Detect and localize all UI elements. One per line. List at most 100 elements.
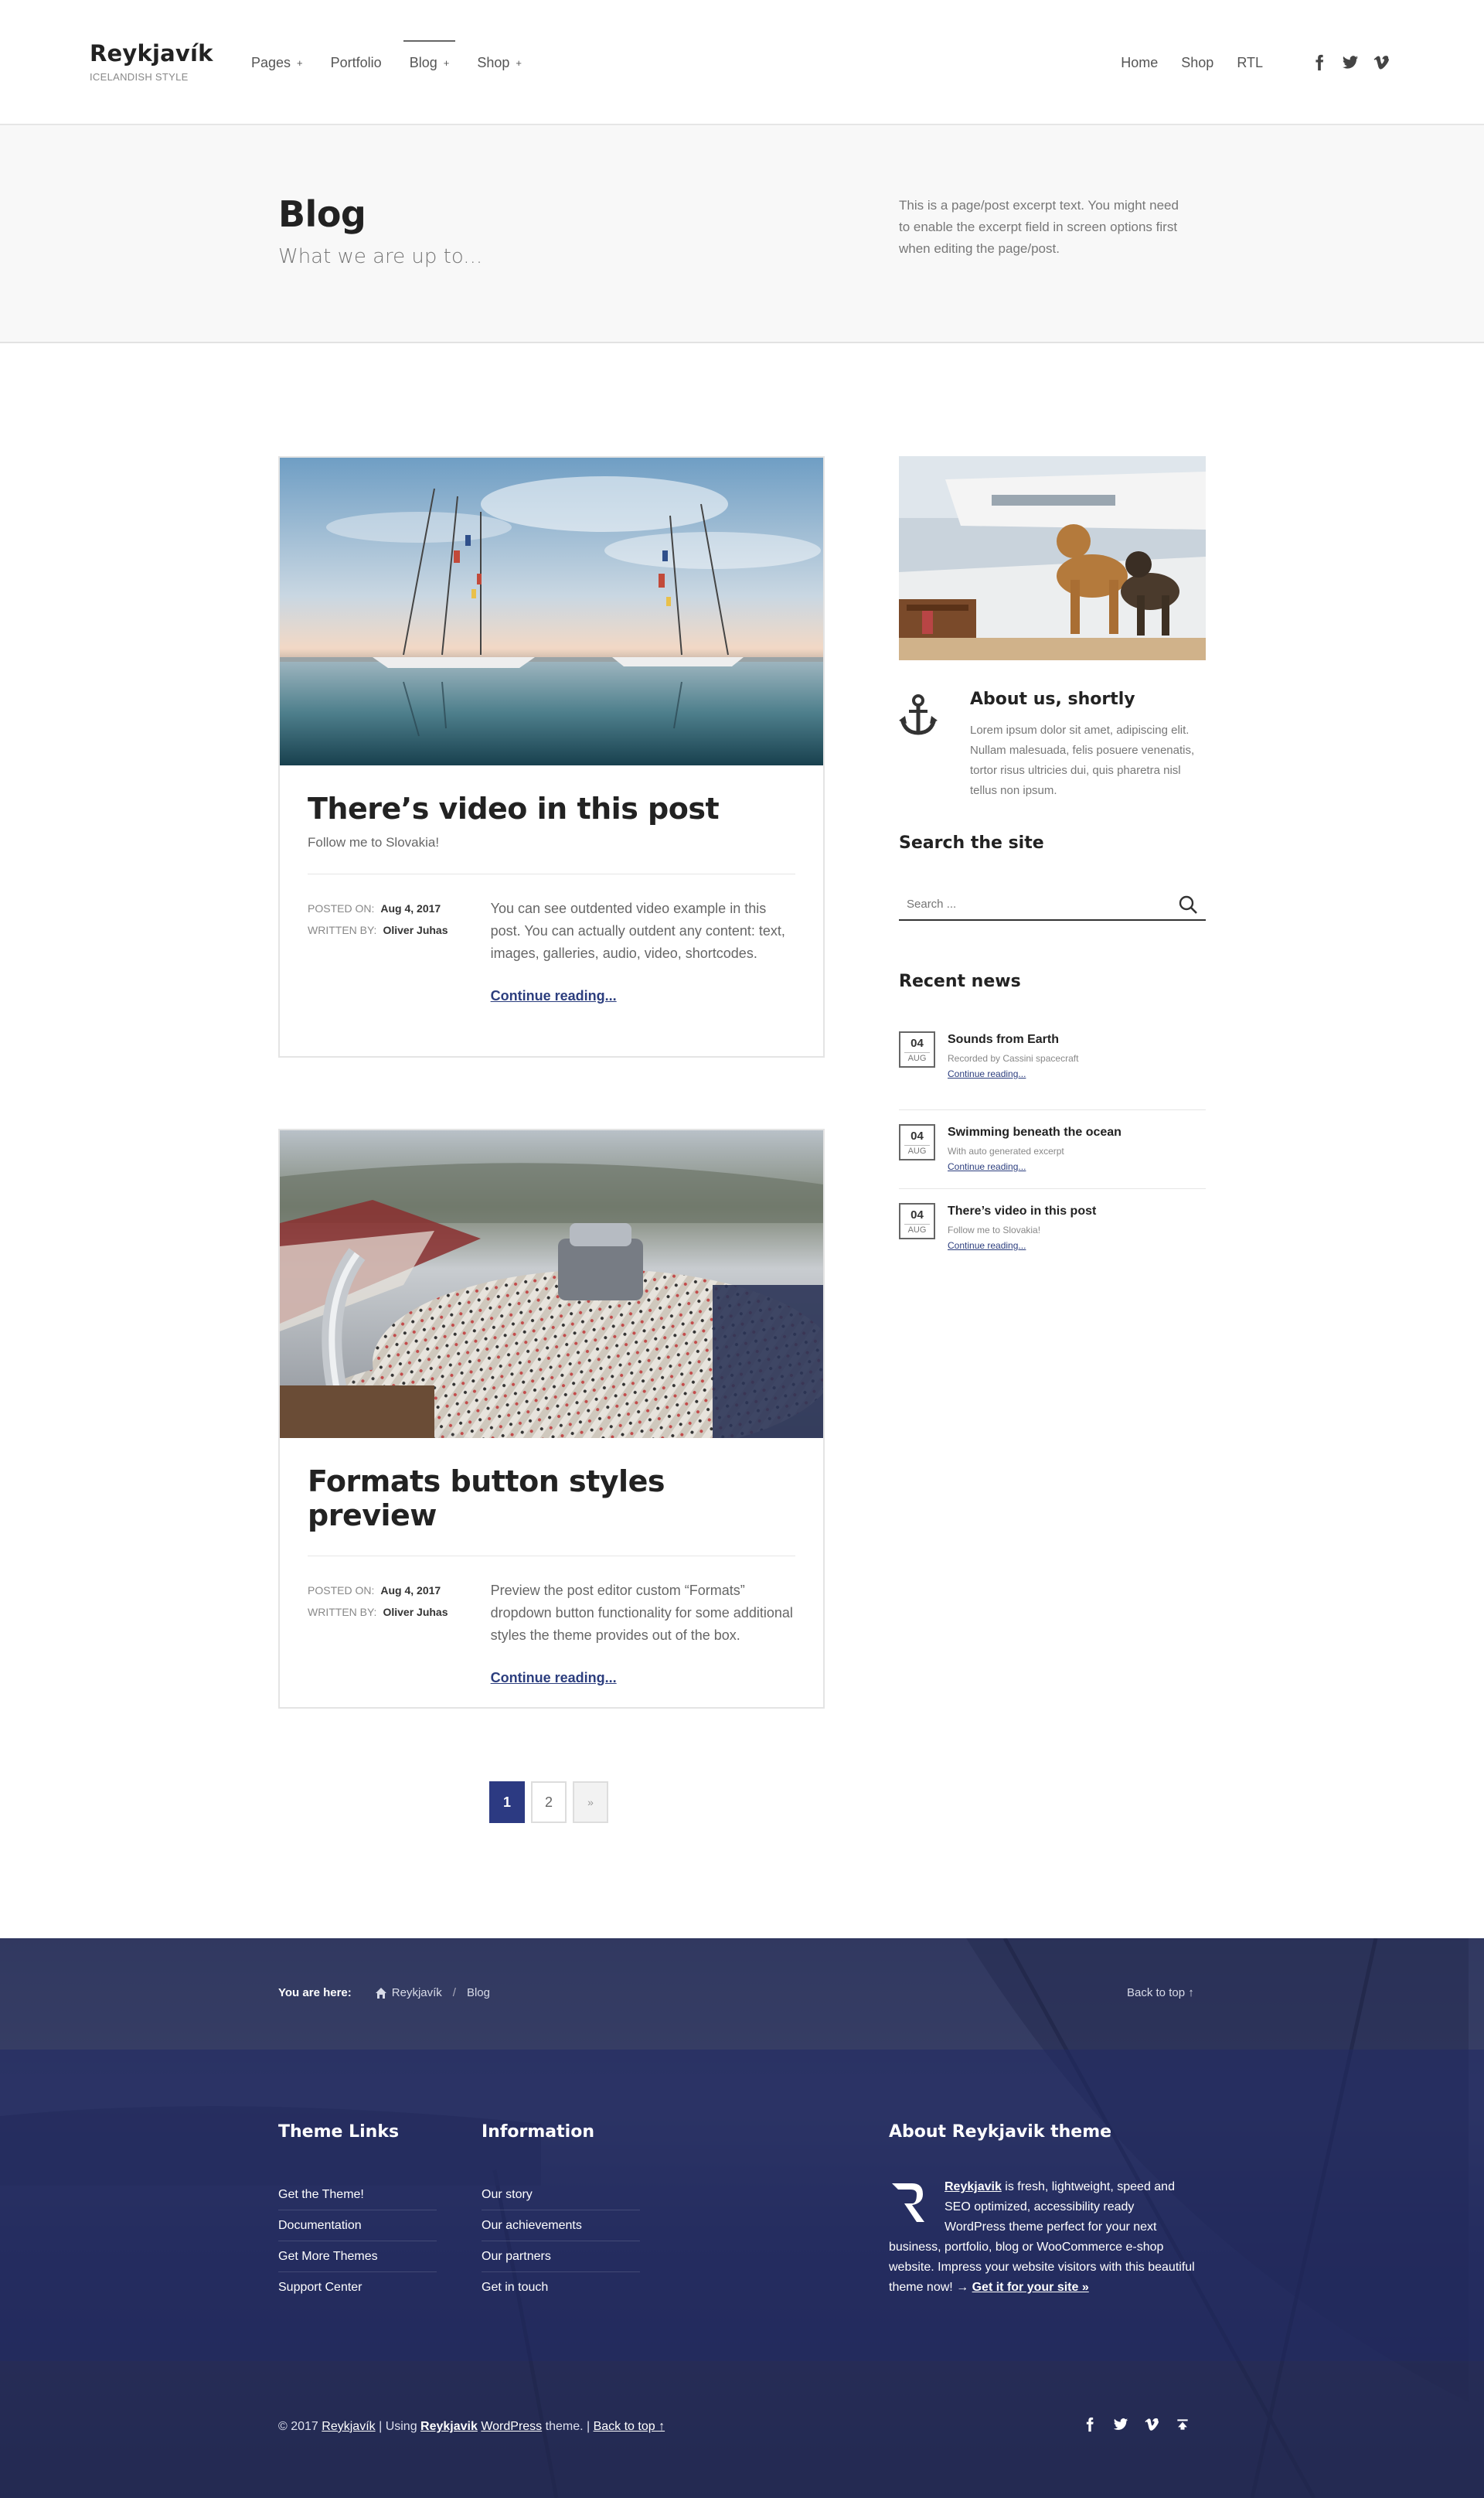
about-widget-title: About us, shortly [970, 690, 1135, 709]
news-continue-link[interactable]: Continue reading... [948, 1240, 1096, 1251]
footer-link-get-theme[interactable]: Get the Theme! [278, 2179, 437, 2210]
page-1-current: 1 [489, 1781, 525, 1823]
vimeo-icon[interactable] [1144, 2417, 1159, 2432]
submenu-plus-icon: + [443, 56, 450, 69]
menu-item-pages[interactable]: Pages + [251, 0, 303, 125]
news-title[interactable]: There’s video in this post [948, 1205, 1096, 1218]
back-to-top-link[interactable]: Back to top ↑ [1127, 1986, 1194, 1999]
copyright-prefix: © 2017 [278, 2420, 322, 2433]
secondary-link-rtl[interactable]: RTL [1237, 55, 1263, 71]
post-meta-row: POSTED ON: Aug 4, 2017 WRITTEN BY: Oliver … [308, 1580, 795, 1689]
news-continue-link[interactable]: Continue reading... [948, 1161, 1122, 1172]
breadcrumb-home-link[interactable]: Reykjavík [392, 1986, 442, 1999]
site-tagline: ICELANDISH STYLE [90, 71, 189, 83]
site-footer: You are here: Reykjavík / Blog Back to t… [0, 1938, 1484, 2498]
post-title[interactable]: There’s video in this post [308, 792, 795, 826]
copyright-back-to-top-link[interactable]: Back to top ↑ [594, 2420, 665, 2433]
theme-links-title: Theme Links [278, 2122, 400, 2142]
menu-item-shop[interactable]: Shop + [477, 0, 522, 125]
breadcrumb-bar: You are here: Reykjavík / Blog Back to t… [0, 1938, 1484, 2050]
twitter-icon[interactable] [1342, 54, 1359, 71]
post-date-row: POSTED ON: Aug 4, 2017 [308, 1580, 491, 1601]
back-to-top-icon[interactable] [1175, 2417, 1190, 2432]
twitter-icon[interactable] [1113, 2417, 1128, 2432]
copyright-suffix: theme. | [542, 2420, 594, 2433]
page-2-link[interactable]: 2 [531, 1781, 567, 1823]
copyright-brand-link[interactable]: Reykjavík [322, 2420, 375, 2433]
menu-item-label: Blog [409, 54, 437, 70]
post-meta: POSTED ON: Aug 4, 2017 WRITTEN BY: Oliver … [308, 898, 491, 1007]
post-featured-image[interactable] [280, 458, 823, 765]
breadcrumb-current: Blog [466, 1986, 490, 1999]
footer-link-achievements[interactable]: Our achievements [482, 2210, 640, 2241]
footer-link-our-story[interactable]: Our story [482, 2179, 640, 2210]
vimeo-icon[interactable] [1373, 54, 1390, 71]
copyright-theme-link[interactable]: Reykjavik [420, 2420, 478, 2433]
post-date[interactable]: Aug 4, 2017 [380, 1584, 441, 1597]
site-header: Reykjavík ICELANDISH STYLE Pages + Portfo… [0, 0, 1484, 125]
copyright-wordpress-link[interactable]: WordPress [481, 2420, 542, 2433]
news-item: 04 AUG Swimming beneath the ocean With a… [899, 1110, 1206, 1189]
news-excerpt: With auto generated excerpt [948, 1146, 1064, 1157]
about-theme-text: Reykjavik is fresh, lightweight, speed a… [889, 2177, 1198, 2298]
about-theme-title: About Reykjavik theme [889, 2122, 1112, 2142]
menu-item-label: Shop [477, 54, 510, 70]
news-item: 04 AUG Sounds from Earth Recorded by Cas… [899, 1031, 1206, 1110]
footer-link-more-themes[interactable]: Get More Themes [278, 2241, 437, 2272]
post-excerpt: You can see outdented video example in t… [490, 901, 785, 961]
footer-link-documentation[interactable]: Documentation [278, 2210, 437, 2241]
post-author[interactable]: Oliver Juhas [383, 1606, 448, 1618]
written-label: WRITTEN BY: [308, 1606, 377, 1618]
sidebar: About us, shortly Lorem ipsum dolor sit … [899, 456, 1206, 1268]
secondary-menu: Home Shop RTL [1121, 0, 1484, 125]
menu-item-blog[interactable]: Blog + [403, 0, 455, 125]
search-input[interactable] [899, 890, 1162, 918]
footer-link-partners[interactable]: Our partners [482, 2241, 640, 2272]
secondary-link-shop[interactable]: Shop [1181, 55, 1213, 71]
post-subtitle: Follow me to Slovakia! [308, 835, 440, 850]
continue-reading-link[interactable]: Continue reading... [491, 1667, 617, 1689]
news-continue-link[interactable]: Continue reading... [948, 1068, 1078, 1079]
information-title: Information [482, 2122, 594, 2142]
news-day: 04 [910, 1037, 924, 1050]
facebook-icon[interactable] [1311, 54, 1328, 71]
submenu-plus-icon: + [516, 56, 522, 69]
post-date-row: POSTED ON: Aug 4, 2017 [308, 898, 491, 919]
pagination: 1 2 » [489, 1781, 608, 1823]
post-meta: POSTED ON: Aug 4, 2017 WRITTEN BY: Oliver … [308, 1580, 491, 1689]
about-brand-link[interactable]: Reykjavik [945, 2180, 1002, 2193]
post-date[interactable]: Aug 4, 2017 [380, 902, 441, 915]
news-title[interactable]: Swimming beneath the ocean [948, 1126, 1122, 1139]
post-body: There’s video in this post Follow me to … [280, 792, 823, 1007]
site-title[interactable]: Reykjavík [90, 40, 213, 66]
social-links-header [1311, 54, 1390, 71]
post-featured-image[interactable] [280, 1130, 823, 1438]
post-excerpt-block: You can see outdented video example in t… [491, 898, 795, 1007]
facebook-icon[interactable] [1082, 2417, 1098, 2432]
page-excerpt: This is a page/post excerpt text. You mi… [899, 198, 1179, 256]
search-form [899, 890, 1206, 921]
news-title[interactable]: Sounds from Earth [948, 1033, 1059, 1046]
primary-menu: Pages + Portfolio Blog + Shop + [251, 0, 550, 125]
search-icon[interactable] [1178, 895, 1198, 915]
footer-bottom-bar: © 2017 Reykjavík | Using Reykjavik WordP… [0, 2361, 1484, 2498]
menu-item-label: Portfolio [330, 54, 382, 70]
home-icon [375, 1987, 386, 1999]
footer-link-get-in-touch[interactable]: Get in touch [482, 2272, 640, 2303]
get-it-link[interactable]: Get it for your site » [972, 2281, 1089, 2294]
copyright: © 2017 Reykjavík | Using Reykjavik WordP… [278, 2420, 665, 2434]
about-widget: About us, shortly Lorem ipsum dolor sit … [899, 690, 1206, 806]
post-author-row: WRITTEN BY: Oliver Juhas [308, 919, 491, 941]
submenu-plus-icon: + [297, 56, 303, 69]
secondary-link-home[interactable]: Home [1121, 55, 1158, 71]
post-title[interactable]: Formats button styles preview [308, 1464, 795, 1532]
menu-item-portfolio[interactable]: Portfolio [331, 0, 382, 125]
anchor-icon [899, 694, 938, 735]
next-page-link[interactable]: » [573, 1781, 608, 1823]
site-branding[interactable]: Reykjavík ICELANDISH STYLE [90, 40, 213, 83]
continue-reading-link[interactable]: Continue reading... [491, 985, 617, 1007]
copyright-using: | Using [375, 2420, 421, 2433]
copyright-theme-name: Reykjavik [420, 2420, 478, 2433]
footer-link-support[interactable]: Support Center [278, 2272, 437, 2303]
post-author[interactable]: Oliver Juhas [383, 924, 448, 936]
